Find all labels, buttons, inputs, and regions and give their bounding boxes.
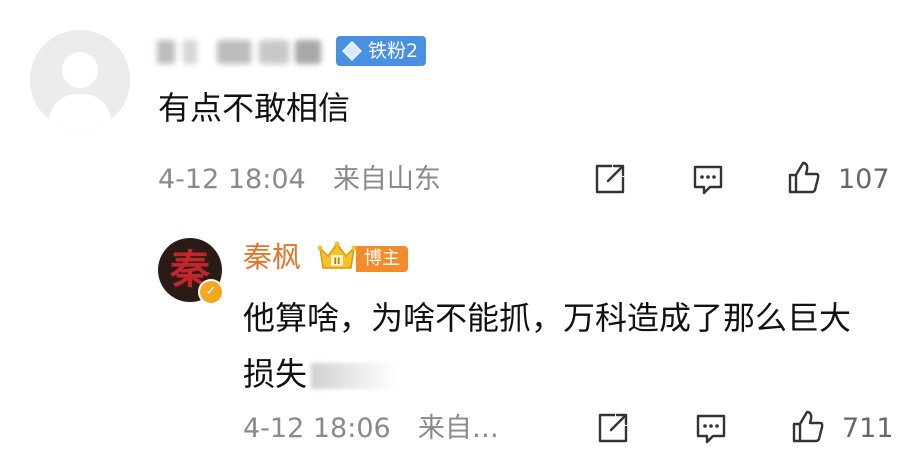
reply-location: 来自… [417,413,499,444]
comment-text: 有点不敢相信 [158,89,351,127]
comment-icon [693,165,723,195]
share-icon [595,164,625,194]
reply-timestamp: 4-12 18:06 [243,413,391,444]
thumbs-up-icon [788,161,820,194]
share-button[interactable] [592,161,628,197]
reply-username[interactable]: 秦枫 [243,238,301,276]
fan-badge[interactable]: 铁粉2 [336,36,427,66]
crown-icon: II [317,240,357,272]
comment-timestamp: 4-12 18:04 [158,164,306,195]
verified-icon: ✓ [198,279,224,305]
comment-location: 来自山东 [332,164,441,195]
reply-like-count: 711 [842,413,894,444]
reply-comment-button[interactable] [693,410,729,446]
like-count: 107 [838,164,890,195]
host-badge[interactable]: 博主 [356,246,408,272]
fan-badge-label: 铁粉2 [368,40,419,62]
reply-text-container: 他算啥，为啥不能抓，万科造成了那么巨大损失 [243,290,873,402]
like-button[interactable] [786,160,822,196]
default-user-icon [30,30,130,130]
diamond-icon [342,41,362,61]
comment-meta: 4-12 18:04 来自山东 [158,162,441,198]
avatar-default[interactable] [30,30,130,130]
crown-level: II [334,257,341,267]
faded-text-overlay [311,363,397,389]
comment-button[interactable] [690,161,726,197]
comment-username-obscured[interactable] [155,36,325,68]
reply-meta: 4-12 18:06 来自… [243,411,499,447]
share-icon [598,413,628,443]
reply-like-button[interactable] [790,409,826,445]
comment-icon [696,414,726,444]
reply-share-button[interactable] [595,410,631,446]
thumbs-up-icon [792,410,824,443]
